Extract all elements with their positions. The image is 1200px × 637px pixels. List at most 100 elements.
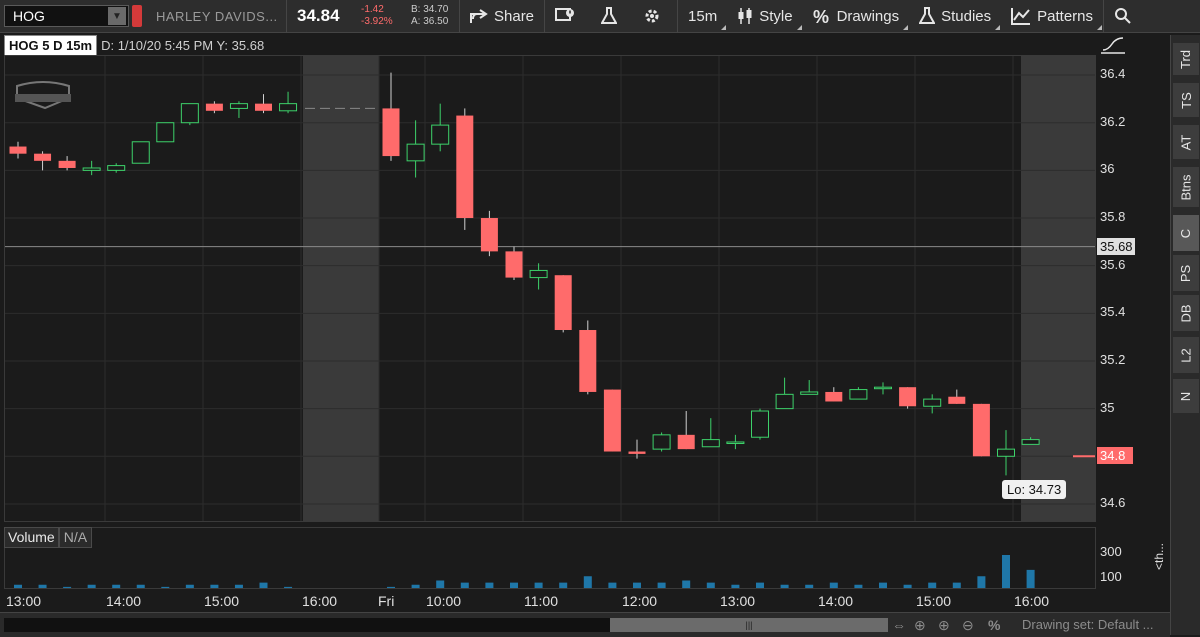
after-hours-shade (303, 56, 379, 521)
search-button[interactable] (1104, 0, 1148, 33)
right-tab-ps[interactable]: PS (1173, 255, 1199, 291)
symbol-input[interactable]: HOG ▼ (4, 5, 129, 27)
candle-body (180, 103, 199, 124)
right-tab-label: Trd (1178, 49, 1194, 69)
volume-bar (284, 586, 293, 588)
time-axis-tick: 15:00 (204, 593, 240, 609)
right-tab-label: L2 (1178, 347, 1194, 363)
price-axis-tick: 35.4 (1100, 304, 1126, 320)
candle-body (972, 403, 990, 457)
volume-bar (485, 582, 494, 588)
right-tab-trd[interactable]: Trd (1173, 43, 1199, 75)
candle (579, 320, 597, 395)
volume-bar (559, 582, 568, 588)
corner-indicator (721, 24, 727, 30)
volume-bar (411, 584, 420, 588)
candle-body (775, 393, 794, 410)
candle (997, 430, 1015, 476)
divider (286, 0, 287, 33)
right-tab-ts[interactable]: TS (1173, 83, 1199, 117)
volume-tick-100: 100 (1100, 569, 1122, 584)
candle (82, 160, 101, 176)
timeframe-button[interactable]: 15m (678, 0, 727, 33)
horizontal-scrollbar[interactable]: ||| (4, 618, 888, 632)
symbol-dropdown-icon[interactable]: ▼ (108, 7, 126, 25)
drawing-tool-icon[interactable] (1100, 36, 1126, 54)
candle-body (923, 398, 942, 407)
volume-bar (854, 584, 863, 588)
candle-body (726, 441, 745, 444)
volume-bar (608, 582, 617, 588)
pan-icon[interactable]: ⇔ (892, 617, 906, 633)
patterns-button[interactable]: Patterns (1001, 0, 1103, 33)
volume-title[interactable]: Volume (4, 527, 59, 548)
time-axis-tick: 14:00 (818, 593, 854, 609)
candle-body (131, 141, 150, 164)
scrollbar-thumb[interactable]: ||| (610, 618, 888, 632)
candle (677, 411, 695, 450)
candle-body (406, 143, 425, 162)
volume-value: N/A (58, 527, 93, 548)
chart-symbol-period[interactable]: HOG 5 D 15m (4, 34, 98, 56)
volume-bar (510, 582, 518, 588)
time-axis-tick: 15:00 (916, 593, 952, 609)
right-tab-label: C (1178, 228, 1194, 238)
flask-button[interactable] (591, 0, 633, 33)
alert-button[interactable] (545, 0, 591, 33)
volume-bar (534, 582, 543, 588)
truncated-axis-label: <th... (1152, 542, 1166, 570)
volume-bar (1026, 569, 1035, 588)
percent-change: -3.92% (361, 16, 393, 27)
link-color-button[interactable] (132, 5, 142, 27)
drawings-button[interactable]: % Drawings (803, 0, 910, 33)
percent-icon[interactable]: % (988, 617, 1000, 633)
studies-button[interactable]: Studies (909, 0, 1001, 33)
price-axis-tick: 35.2 (1100, 351, 1126, 367)
candle-body (382, 108, 400, 157)
candle-body (255, 103, 272, 111)
flask-icon (919, 7, 936, 24)
time-axis-tick: Fri (378, 593, 395, 609)
right-tab-btns[interactable]: Btns (1173, 167, 1199, 207)
volume-bar (161, 586, 170, 588)
settings-button[interactable] (633, 0, 677, 33)
share-button[interactable]: Share (460, 0, 544, 33)
patterns-label: Patterns (1037, 7, 1094, 25)
zoom-out-icon[interactable]: ⊖ (962, 617, 974, 634)
volume-chart[interactable] (4, 527, 1096, 589)
right-tab-label: DB (1178, 303, 1194, 323)
drawing-set-selector[interactable]: Drawing set: Default ... (1022, 617, 1154, 632)
style-button[interactable]: Style (727, 0, 802, 33)
price-chart[interactable] (4, 55, 1096, 522)
candle-body (603, 389, 621, 452)
zoom-in-icon[interactable]: ⊕ (938, 617, 950, 634)
volume-bar (706, 582, 715, 588)
right-tab-c[interactable]: C (1173, 215, 1199, 251)
time-axis-tick: 16:00 (302, 593, 338, 609)
candle (972, 403, 990, 457)
candle (652, 432, 671, 452)
volume-bar (780, 584, 789, 588)
gear-icon (645, 9, 659, 23)
right-tab-n[interactable]: N (1173, 379, 1199, 413)
candle (751, 408, 769, 440)
candle (58, 156, 76, 171)
crosshair-icon[interactable]: ⊕ (914, 617, 926, 634)
net-change: -1.42 (361, 4, 384, 15)
symbol-text: HOG (13, 8, 45, 24)
bid-ask-block: B: 34.70 A: 36.50 (411, 4, 459, 28)
candle (131, 141, 150, 164)
candle (255, 94, 272, 114)
right-tab-at[interactable]: AT (1173, 125, 1199, 159)
candle-body (456, 115, 474, 219)
candle-body (751, 410, 769, 438)
volume-bar (952, 582, 961, 588)
drawings-label: Drawings (836, 7, 900, 25)
corner-indicator (796, 24, 802, 30)
right-tab-db[interactable]: DB (1173, 295, 1199, 331)
volume-bar (879, 582, 887, 588)
style-label: Style (759, 7, 793, 25)
candle-body (34, 153, 52, 161)
candle (9, 141, 27, 159)
right-tab-l2[interactable]: L2 (1173, 337, 1199, 373)
